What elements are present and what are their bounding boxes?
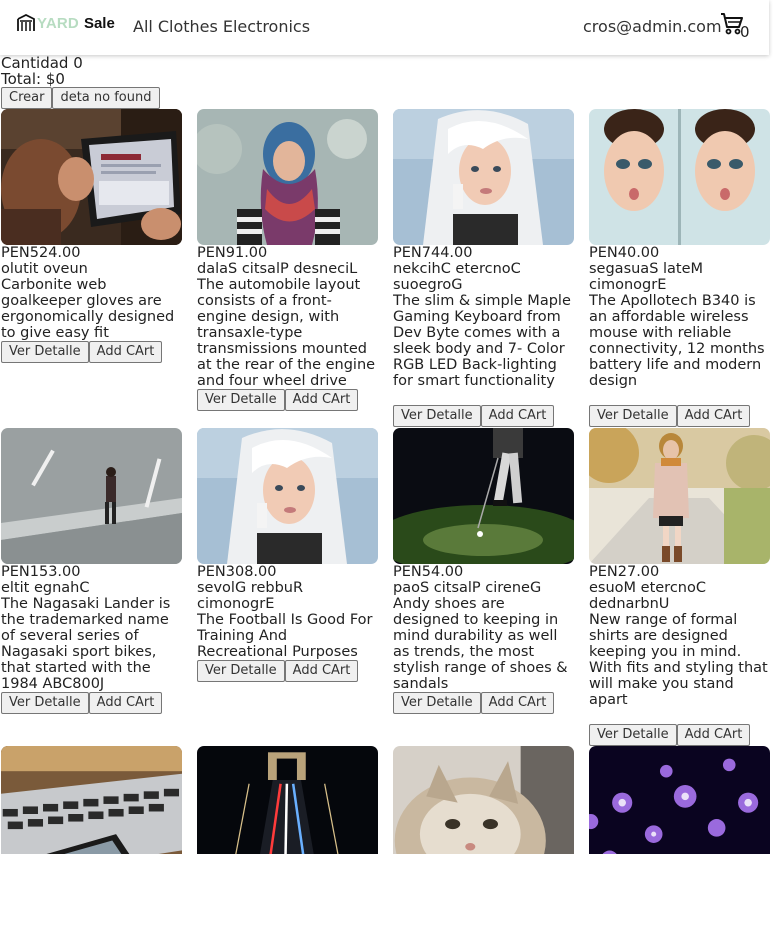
- cart-count-badge: 0: [740, 23, 750, 41]
- product-price: PEN27.00: [589, 564, 660, 580]
- product-image[interactable]: [1, 428, 182, 564]
- product-card: PEN524.00 olutit oveun Carbonite web goa…: [1, 109, 182, 363]
- nav-link-all[interactable]: All: [133, 17, 153, 36]
- product-image[interactable]: [197, 746, 378, 854]
- add-to-cart-button[interactable]: Add CArt: [284, 660, 359, 682]
- product-description: The automobile layout consists of a fron…: [197, 277, 376, 389]
- add-to-cart-button[interactable]: Add CArt: [284, 389, 359, 411]
- add-to-cart-button[interactable]: Add CArt: [480, 405, 555, 427]
- product-price: PEN91.00: [197, 245, 268, 261]
- product-card: [393, 746, 574, 854]
- product-card: PEN40.00 segasuaS lateM cimonogrE The Ap…: [589, 109, 770, 427]
- quantity-text: Cantidad 0: [1, 54, 83, 72]
- product-image[interactable]: [589, 109, 770, 245]
- add-to-cart-button[interactable]: Add CArt: [88, 341, 163, 363]
- add-to-cart-button[interactable]: Add CArt: [88, 692, 163, 714]
- product-card: PEN54.00 paoS citsalP cireneG Andy shoes…: [393, 428, 574, 714]
- product-price: PEN524.00: [1, 245, 81, 261]
- add-to-cart-button[interactable]: Add CArt: [480, 692, 555, 714]
- product-card: [197, 746, 378, 854]
- product-price: PEN54.00: [393, 564, 464, 580]
- top-navbar: YARD Sale All Clothes Electronics cros@a…: [0, 0, 769, 55]
- category-nav: All Clothes Electronics: [133, 17, 310, 36]
- product-price: PEN744.00: [393, 245, 473, 261]
- view-detail-button[interactable]: Ver Detalle: [197, 389, 285, 411]
- data-not-found-button[interactable]: deta no found: [52, 87, 160, 109]
- product-title: segasuaS lateM cimonogrE: [589, 261, 704, 293]
- product-image[interactable]: [197, 428, 378, 564]
- product-image[interactable]: [1, 109, 182, 245]
- view-detail-button[interactable]: Ver Detalle: [393, 692, 481, 714]
- cart-summary: Cantidad 0 Total: $0: [1, 55, 83, 87]
- view-detail-button[interactable]: Ver Detalle: [589, 405, 677, 427]
- action-bar: Crear deta no found: [1, 87, 160, 109]
- total-text: Total: $0: [1, 70, 65, 88]
- product-title: sevolG rebbuR cimonogrE: [197, 580, 304, 612]
- product-title: nekcihC etercnoC suoegroG: [393, 261, 521, 293]
- product-image[interactable]: [393, 109, 574, 245]
- view-detail-button[interactable]: Ver Detalle: [589, 724, 677, 746]
- product-card: PEN744.00 nekcihC etercnoC suoegroG The …: [393, 109, 574, 427]
- product-title: olutit oveun: [1, 261, 88, 277]
- product-image[interactable]: [393, 746, 574, 854]
- product-description: New range of formal shirts are designed …: [589, 612, 768, 708]
- product-card: PEN91.00 dalaS citsalP desneciL The auto…: [197, 109, 378, 411]
- view-detail-button[interactable]: Ver Detalle: [393, 405, 481, 427]
- product-image[interactable]: [589, 746, 770, 854]
- product-card: PEN308.00 sevolG rebbuR cimonogrE The Fo…: [197, 428, 378, 682]
- add-to-cart-button[interactable]: Add CArt: [676, 405, 751, 427]
- product-title: paoS citsalP cireneG: [393, 580, 542, 596]
- logo-sale-text: Sale: [83, 14, 115, 32]
- product-card: [589, 746, 770, 854]
- nav-link-electronics[interactable]: Electronics: [223, 17, 310, 36]
- product-title: dalaS citsalP desneciL: [197, 261, 358, 277]
- product-image[interactable]: [197, 109, 378, 245]
- storefront-icon: [17, 14, 35, 31]
- product-image[interactable]: [589, 428, 770, 564]
- product-description: The Apollotech B340 is an affordable wir…: [589, 293, 765, 389]
- product-card: PEN27.00 esuoM etercnoC dednarbnU New ra…: [589, 428, 770, 746]
- product-title: eltit egnahC: [1, 580, 90, 596]
- product-title: esuoM etercnoC dednarbnU: [589, 580, 706, 612]
- product-description: Andy shoes are designed to keeping in mi…: [393, 596, 568, 692]
- product-description: The slim & simple Maple Gaming Keyboard …: [393, 293, 571, 389]
- logo-yard-text: YARD: [37, 14, 79, 32]
- view-detail-button[interactable]: Ver Detalle: [197, 660, 285, 682]
- create-button[interactable]: Crear: [1, 87, 53, 109]
- logo[interactable]: YARD Sale: [17, 14, 115, 32]
- cart-button[interactable]: 0: [720, 12, 760, 42]
- product-description: Carbonite web goalkeeper gloves are ergo…: [1, 277, 175, 341]
- product-price: PEN308.00: [197, 564, 277, 580]
- add-to-cart-button[interactable]: Add CArt: [676, 724, 751, 746]
- product-description: The Nagasaki Lander is the trademarked n…: [1, 596, 171, 692]
- product-image[interactable]: [393, 428, 574, 564]
- product-description: The Football Is Good For Training And Re…: [197, 612, 373, 660]
- product-card: [1, 746, 182, 854]
- user-email: cros@admin.com: [583, 17, 722, 36]
- view-detail-button[interactable]: Ver Detalle: [1, 692, 89, 714]
- product-price: PEN40.00: [589, 245, 660, 261]
- product-image[interactable]: [1, 746, 182, 854]
- product-price: PEN153.00: [1, 564, 81, 580]
- nav-link-clothes[interactable]: Clothes: [158, 17, 218, 36]
- view-detail-button[interactable]: Ver Detalle: [1, 341, 89, 363]
- product-card: PEN153.00 eltit egnahC The Nagasaki Land…: [1, 428, 182, 714]
